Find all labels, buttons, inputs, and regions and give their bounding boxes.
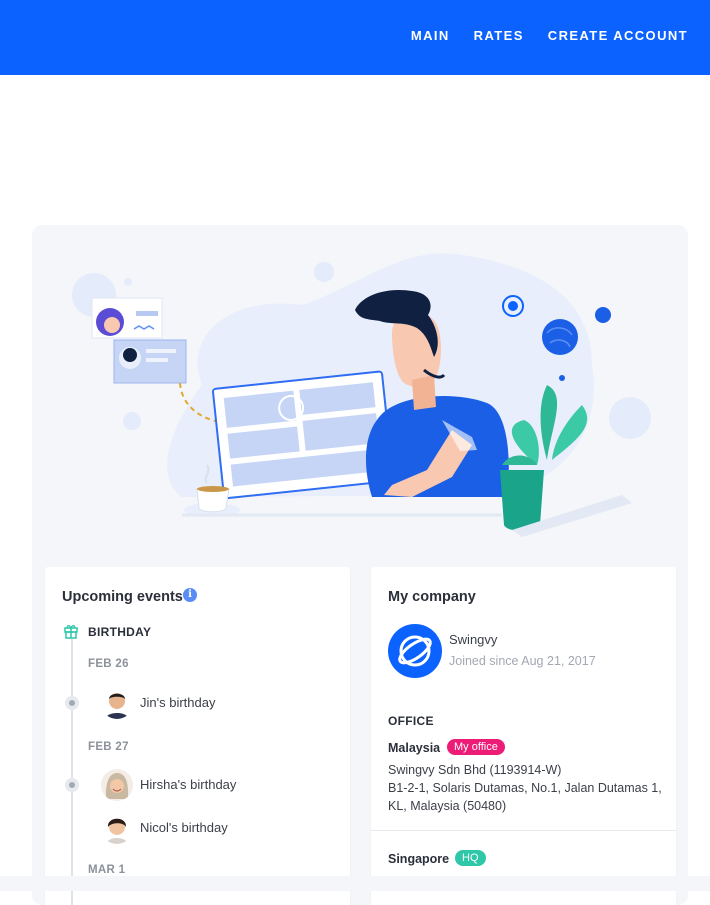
timeline-dot	[65, 696, 79, 710]
company-logo	[388, 624, 442, 678]
divider	[371, 830, 676, 831]
avatar	[101, 769, 133, 801]
address-line: KL, Malaysia (50480)	[388, 799, 507, 813]
avatar	[101, 687, 133, 719]
nav-main-link[interactable]: MAIN	[411, 28, 450, 43]
office-heading: OFFICE	[388, 714, 434, 728]
nav-menu: MAIN RATES CREATE ACCOUNT	[411, 28, 688, 43]
event-item-label[interactable]: Hirsha's birthday	[140, 777, 236, 792]
address-line: B1-2-1, Solaris Dutamas, No.1, Jalan Dut…	[388, 781, 662, 795]
nav-create-account-link[interactable]: CREATE ACCOUNT	[548, 28, 688, 43]
avatar	[101, 812, 133, 844]
my-company-panel: My company Swingvy Joined since Aug 21, …	[371, 567, 676, 905]
gift-icon	[64, 625, 78, 639]
event-date: FEB 27	[88, 741, 129, 753]
timeline-line	[71, 639, 73, 905]
hero-illustration	[72, 253, 651, 537]
upcoming-events-panel: Upcoming events i BIRTHDAY FEB 26 Jin's …	[45, 567, 350, 905]
office-country: Malaysia	[388, 741, 441, 755]
company-joined-date: Joined since Aug 21, 2017	[449, 654, 596, 668]
event-date: FEB 26	[88, 658, 129, 670]
upcoming-events-title: Upcoming events	[62, 589, 183, 605]
timeline-dot	[65, 778, 79, 792]
my-office-badge: My office	[447, 739, 505, 755]
office-country: Singapore	[388, 852, 450, 866]
event-item-label[interactable]: Jin's birthday	[140, 695, 215, 710]
office-address: Swingvy Sdn Bhd (1193914-W) B1-2-1, Sola…	[388, 761, 668, 815]
birthday-category-label: BIRTHDAY	[88, 625, 152, 639]
event-date: MAR 1	[88, 864, 126, 876]
dashboard-preview-card: Upcoming events i BIRTHDAY FEB 26 Jin's …	[32, 225, 688, 905]
address-line: Swingvy Sdn Bhd (1193914-W)	[388, 763, 562, 777]
event-item-label[interactable]: Nicol's birthday	[140, 820, 228, 835]
company-name: Swingvy	[449, 632, 498, 647]
my-company-title: My company	[388, 589, 476, 605]
info-icon[interactable]: i	[183, 588, 197, 602]
top-navigation-bar: MAIN RATES CREATE ACCOUNT	[0, 0, 710, 75]
nav-rates-link[interactable]: RATES	[474, 28, 524, 43]
footer-strip	[0, 876, 710, 891]
hq-badge: HQ	[455, 850, 486, 866]
